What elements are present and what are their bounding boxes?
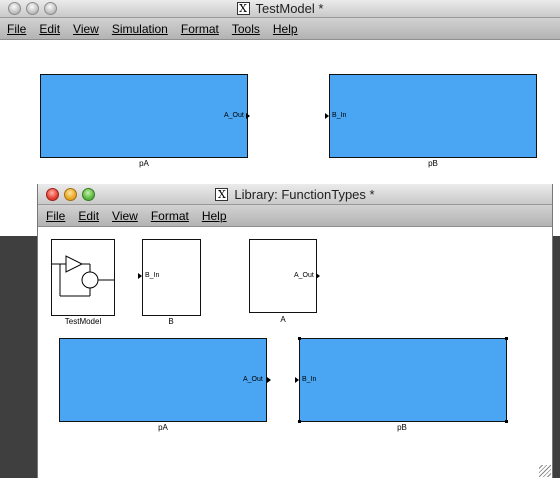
library-menubar: File Edit View Format Help	[38, 205, 552, 227]
block-pA[interactable]	[59, 338, 267, 422]
main-menubar: File Edit View Simulation Format Tools H…	[0, 18, 560, 40]
x11-app-icon: X	[236, 2, 250, 15]
block-pB[interactable]	[329, 74, 537, 158]
selection-handle-tr[interactable]	[505, 337, 508, 340]
menu-help[interactable]: Help	[273, 22, 298, 36]
menu-edit[interactable]: Edit	[78, 209, 99, 223]
input-port-icon[interactable]	[325, 113, 329, 119]
output-port-icon[interactable]	[316, 273, 320, 279]
library-window: X Library: FunctionTypes * File Edit Vie…	[37, 184, 553, 478]
block-label-pB: pB	[397, 423, 407, 432]
menu-view[interactable]: View	[73, 22, 99, 36]
selection-handle-br[interactable]	[505, 420, 508, 423]
block-pA[interactable]	[40, 74, 248, 158]
block-label-B: B	[168, 317, 174, 326]
x11-app-icon: X	[215, 188, 229, 201]
port-label-B_In: B_In	[332, 112, 347, 119]
menu-edit[interactable]: Edit	[39, 22, 60, 36]
selection-handle-tl[interactable]	[298, 337, 301, 340]
block-label-pB: pB	[428, 159, 438, 168]
block-label-pA: pA	[139, 159, 149, 168]
menu-view[interactable]: View	[112, 209, 138, 223]
port-label-A_Out: A_Out	[243, 376, 263, 383]
menu-file[interactable]: File	[7, 22, 26, 36]
main-titlebar[interactable]: X TestModel *	[0, 0, 560, 18]
resize-grip-icon[interactable]	[539, 465, 551, 477]
input-port-icon[interactable]	[138, 273, 142, 279]
port-label-B_In: B_In	[145, 272, 160, 279]
menu-format[interactable]: Format	[151, 209, 189, 223]
main-title-text: TestModel *	[255, 1, 324, 16]
subsystem-icon	[52, 255, 114, 297]
block-TestModel[interactable]	[51, 239, 115, 316]
block-pB[interactable]	[299, 338, 507, 422]
port-label-B_In: B_In	[302, 376, 317, 383]
main-window-title: X TestModel *	[0, 0, 560, 17]
menu-tools[interactable]: Tools	[232, 22, 260, 36]
library-titlebar[interactable]: X Library: FunctionTypes *	[38, 184, 552, 205]
output-port-icon[interactable]	[246, 113, 250, 119]
output-port-icon[interactable]	[267, 377, 271, 383]
port-label-A_Out: A_Out	[294, 272, 314, 279]
block-label-TestModel: TestModel	[64, 317, 102, 326]
menu-help[interactable]: Help	[202, 209, 227, 223]
port-label-A_Out: A_Out	[224, 112, 244, 119]
menu-file[interactable]: File	[46, 209, 65, 223]
menu-simulation[interactable]: Simulation	[112, 22, 168, 36]
library-title-text: Library: FunctionTypes *	[234, 187, 375, 202]
library-canvas[interactable]: TestModel B_In B A_Out A A_Out pA B_In p…	[38, 227, 552, 478]
selection-handle-bl[interactable]	[298, 420, 301, 423]
menu-format[interactable]: Format	[181, 22, 219, 36]
library-window-title: X Library: FunctionTypes *	[38, 184, 552, 205]
input-port-icon[interactable]	[295, 377, 299, 383]
block-label-pA: pA	[158, 423, 168, 432]
block-label-A: A	[280, 315, 286, 324]
